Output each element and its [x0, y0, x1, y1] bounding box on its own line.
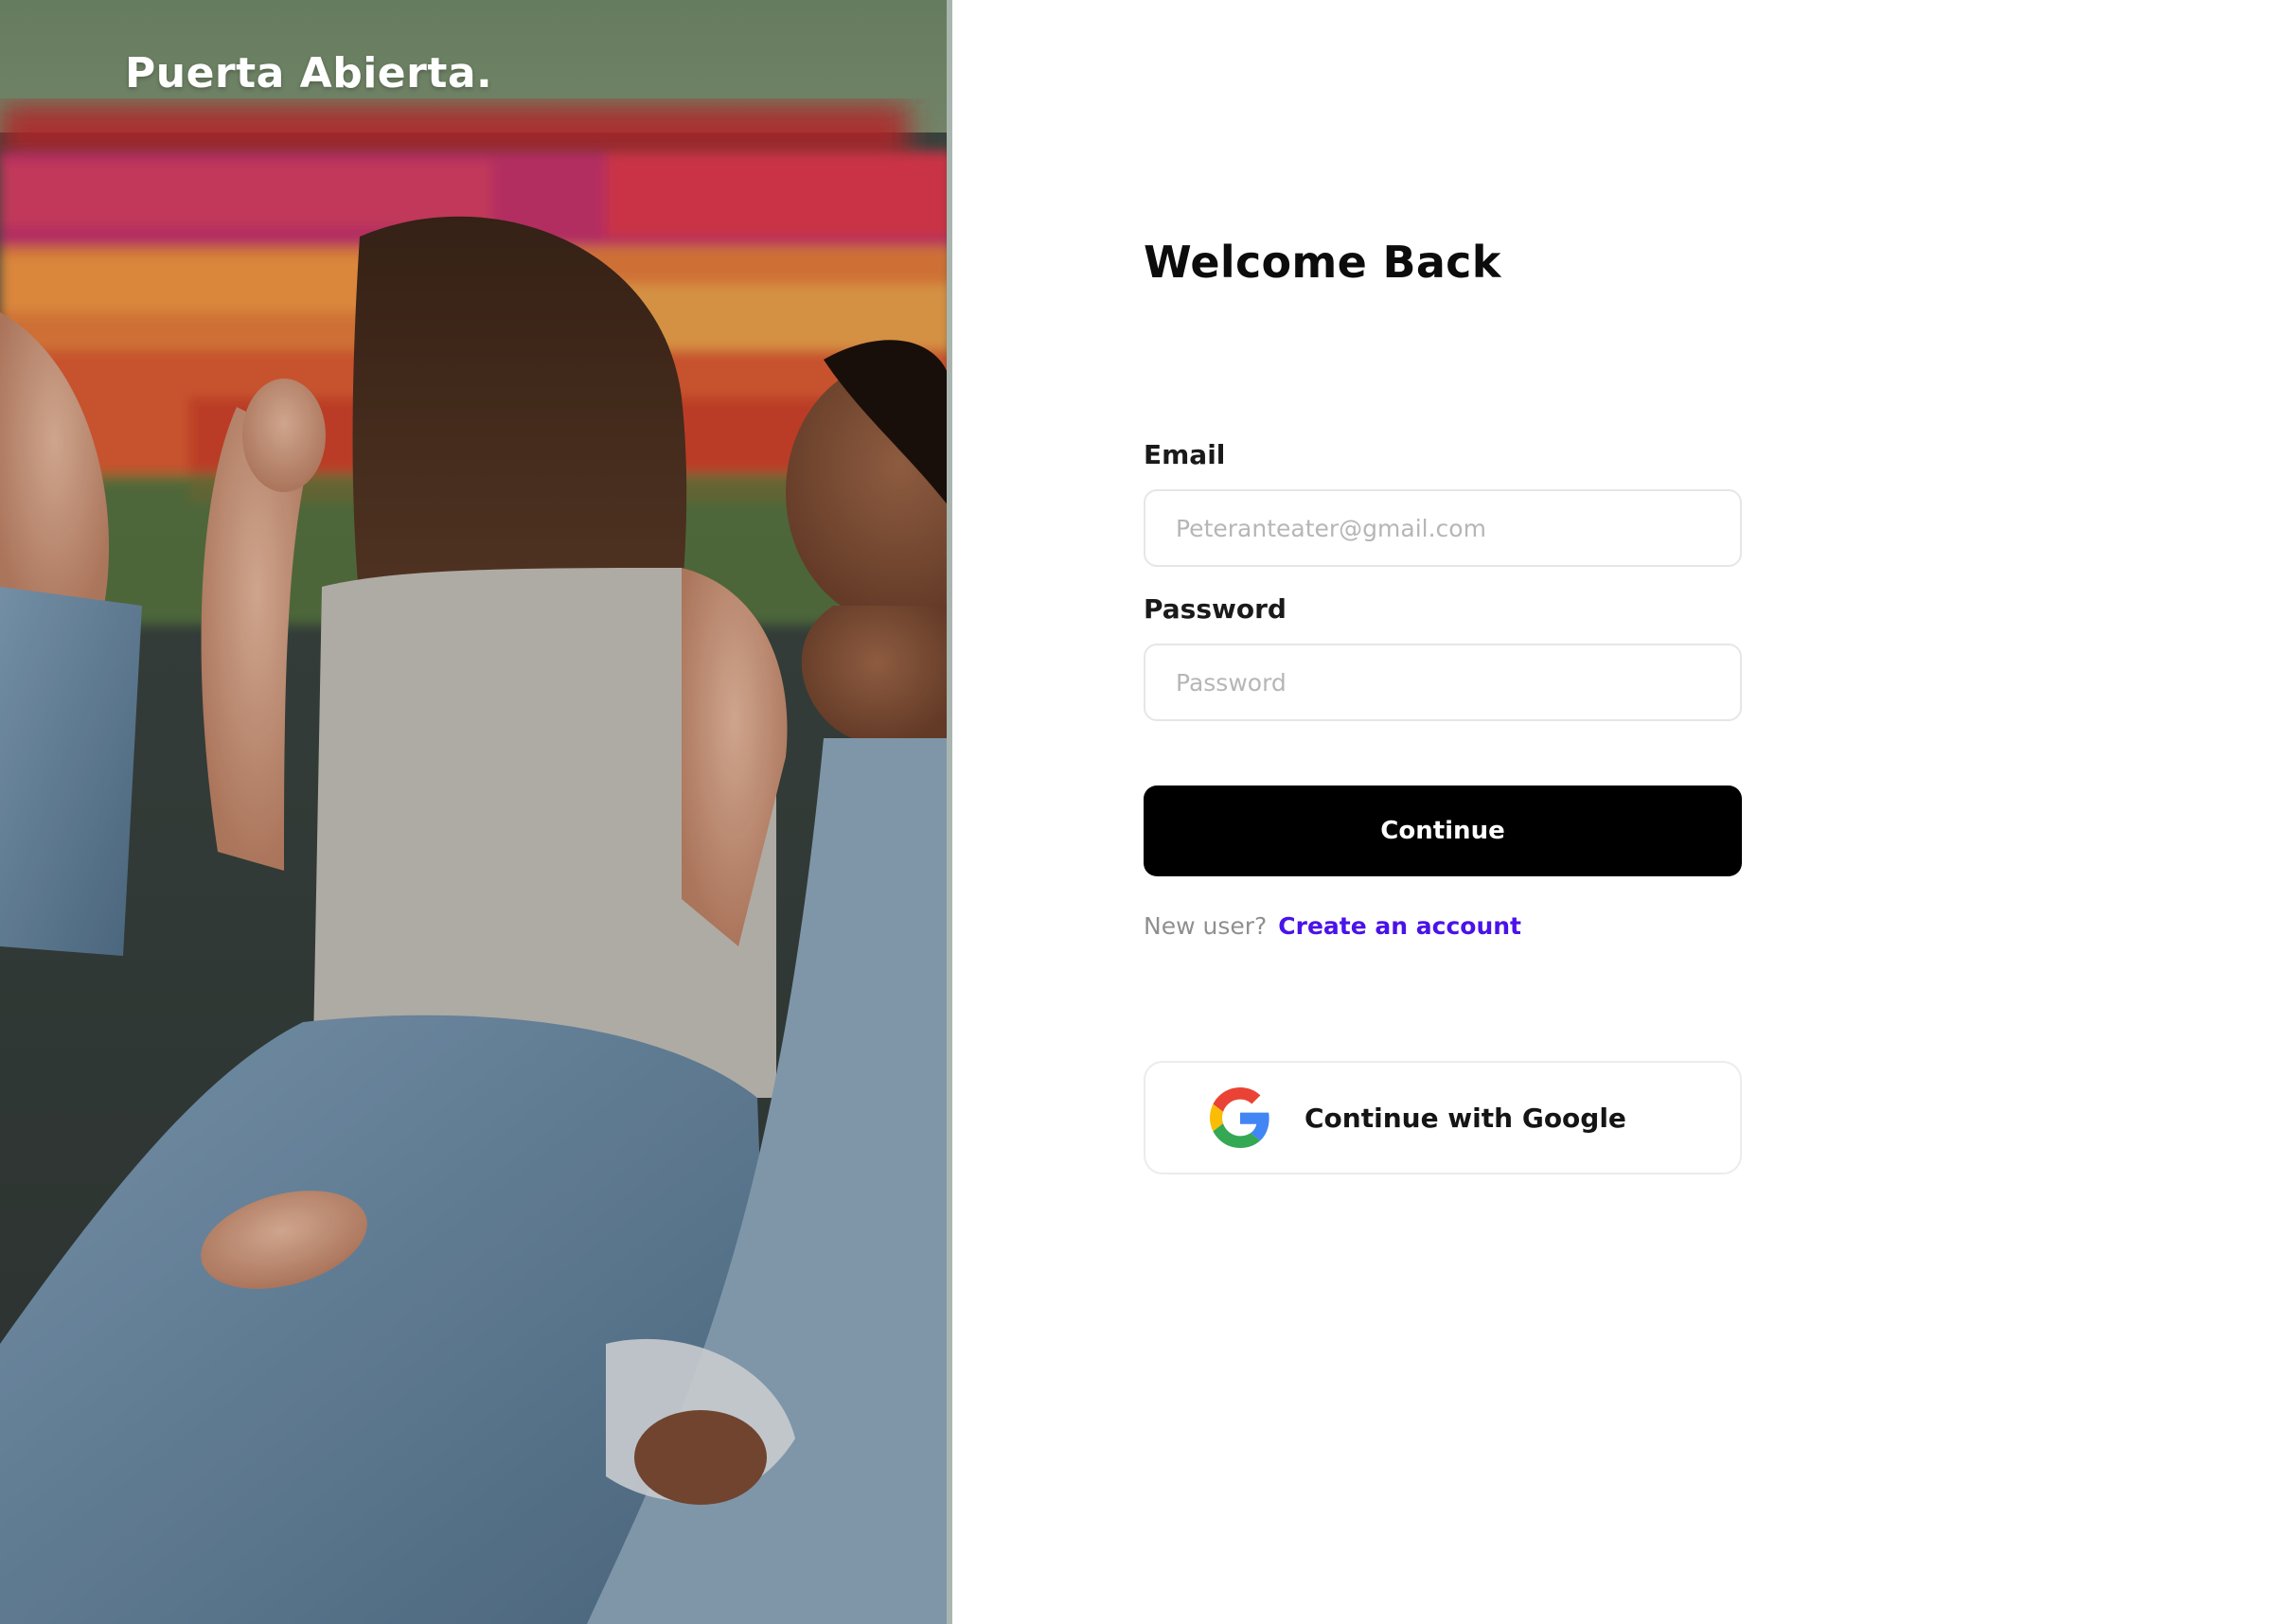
google-signin-button[interactable]: Continue with Google [1144, 1061, 1742, 1174]
login-page: Puerta Abierta. Welcome Back Email Passw… [0, 0, 2272, 1624]
create-account-link[interactable]: Create an account [1278, 912, 1521, 940]
password-label: Password [1144, 593, 1287, 625]
brand-logo-text: Puerta Abierta. [125, 49, 493, 97]
continue-button[interactable]: Continue [1144, 786, 1742, 876]
hero-photo [0, 0, 952, 1624]
email-label: Email [1144, 439, 1226, 470]
google-button-label: Continue with Google [1305, 1102, 1626, 1134]
page-title: Welcome Back [1144, 237, 1501, 288]
google-icon [1210, 1087, 1269, 1148]
form-panel: Welcome Back Email Password Continue New… [952, 0, 2272, 1624]
email-input[interactable] [1144, 489, 1742, 567]
signup-row: New user? Create an account [1144, 912, 1742, 940]
login-form: Welcome Back Email Password Continue New… [1144, 237, 1742, 1174]
password-input[interactable] [1144, 644, 1742, 721]
signup-prompt: New user? [1144, 912, 1268, 940]
hero-panel: Puerta Abierta. [0, 0, 952, 1624]
